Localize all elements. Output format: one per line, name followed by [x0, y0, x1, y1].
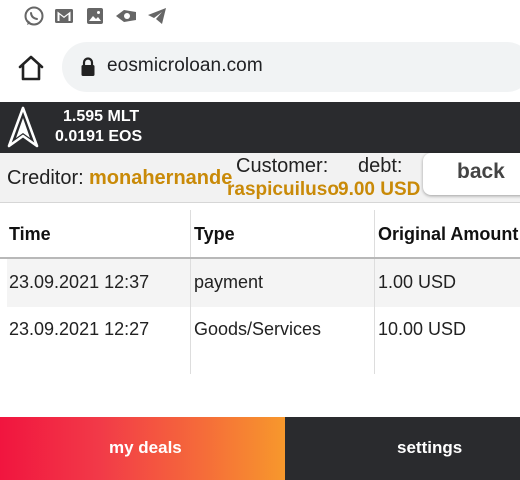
table-cell-time: 23.09.2021 12:27 [9, 319, 150, 339]
address-bar[interactable]: eosmicroloan.com [62, 42, 520, 92]
lock-icon [80, 57, 96, 77]
customer-label: Customer: [236, 155, 329, 177]
column-header-time: Time [9, 224, 51, 244]
my-deals-button[interactable]: my deals [0, 417, 285, 480]
creditor-name: monahernande [89, 167, 233, 189]
my-deals-label: my deals [109, 438, 182, 457]
deal-info: Creditor: monahernande Customer: debt: r… [0, 153, 520, 203]
balance-mlt: 1.595 MLT [63, 108, 140, 125]
settings-label: settings [397, 438, 463, 457]
balance-header: 1.595 MLT 0.0191 EOS [0, 102, 520, 153]
balance-eos: 0.0191 EOS [55, 128, 143, 145]
table-cell-time: 23.09.2021 12:37 [9, 272, 150, 292]
column-header-original-amount: Original Amount [378, 224, 519, 244]
table-header-divider [0, 257, 520, 259]
customer-name: raspicuiluso [227, 179, 339, 200]
home-icon[interactable] [16, 53, 46, 83]
url-text[interactable]: eosmicroloan.com [107, 55, 263, 77]
table-cell-type: Goods/Services [194, 319, 322, 339]
column-divider [374, 210, 375, 374]
telegram-icon [146, 5, 168, 27]
table-cell-amount: 10.00 USD [378, 319, 467, 339]
mail-app-icon [115, 5, 137, 27]
transactions-table: Time Type Original Amount 23.09.2021 12:… [0, 210, 520, 374]
column-divider [190, 210, 191, 374]
table-cell-type: payment [194, 272, 264, 292]
back-button[interactable]: back [423, 153, 520, 195]
bottom-navigation: my deals settings [0, 417, 520, 480]
gallery-icon [84, 5, 106, 27]
creditor-label: Creditor: [7, 167, 84, 189]
table-cell-amount: 1.00 USD [378, 272, 457, 292]
debt-value: 9.00 USD [338, 179, 421, 200]
browser-toolbar: eosmicroloan.com [0, 32, 520, 102]
back-button-label: back [457, 160, 505, 183]
settings-button[interactable]: settings [285, 417, 520, 480]
status-bar [0, 0, 520, 32]
whatsapp-icon [23, 5, 45, 27]
debt-label: debt: [358, 155, 403, 177]
app-logo [6, 106, 40, 150]
gmail-icon [53, 5, 75, 27]
column-header-type: Type [194, 224, 235, 244]
